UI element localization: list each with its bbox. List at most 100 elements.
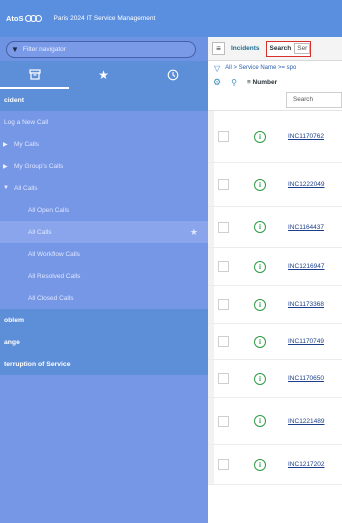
incident-number-link[interactable]: INC1217202: [288, 461, 325, 468]
row-checkbox[interactable]: [218, 299, 229, 310]
search-field-select[interactable]: Ser: [294, 43, 311, 54]
nav-label: All Calls: [28, 228, 52, 236]
column-search-row: Search: [208, 89, 342, 111]
filter-icon: ▼: [11, 44, 19, 54]
hamburger-icon[interactable]: ≡: [212, 42, 225, 55]
nav-label: All Open Calls: [28, 206, 70, 214]
row-checkbox[interactable]: [218, 261, 229, 272]
row-checkbox[interactable]: [218, 179, 229, 190]
breadcrumb-text[interactable]: All > Service Name >= spo: [225, 65, 296, 71]
app-banner: AtoS Paris 2024 IT Service Management: [0, 0, 342, 37]
nav-label: oblem: [4, 316, 25, 324]
incident-number-link[interactable]: INC1221489: [288, 418, 325, 425]
nav-label: cident: [4, 96, 25, 104]
nav-label: My Group's Calls: [14, 162, 64, 170]
search-placeholder: Search: [293, 96, 313, 103]
row-strip: [208, 248, 214, 285]
tab-history[interactable]: [138, 61, 207, 89]
olympic-rings-icon: [24, 15, 42, 22]
nav-item-my-groups-calls[interactable]: ▶ My Group's Calls: [0, 155, 208, 177]
row-checkbox[interactable]: [218, 221, 229, 233]
incident-list-panel: ≡ Incidents Search Ser ▽ All > Service N…: [208, 37, 342, 523]
nav-item-log-new-call[interactable]: Log a New Call: [0, 111, 208, 133]
nav-item-my-calls[interactable]: ▶ My Calls: [0, 133, 208, 155]
row-checkbox[interactable]: [218, 131, 229, 142]
nav-item-all-open-calls[interactable]: All Open Calls: [0, 199, 208, 221]
incident-number-link[interactable]: INC1164437: [288, 224, 324, 231]
table-row[interactable]: i INC1173368: [208, 286, 342, 324]
list-search-box[interactable]: Search Ser: [265, 40, 312, 57]
info-icon[interactable]: i: [254, 130, 266, 143]
nav-item-all-calls-group[interactable]: ▼ All Calls: [0, 177, 208, 199]
filter-placeholder: Filter navigator: [22, 45, 66, 53]
favorite-star-icon[interactable]: ★: [190, 227, 198, 238]
table-row[interactable]: i INC1164437: [208, 207, 342, 248]
nav-label: All Workflow Calls: [28, 250, 80, 258]
incident-number-link[interactable]: INC1222049: [288, 181, 325, 188]
brand-logo[interactable]: AtoS: [6, 14, 42, 23]
incident-number-link[interactable]: INC1170650: [288, 375, 324, 382]
nav-item-all-workflow-calls[interactable]: All Workflow Calls: [0, 243, 208, 265]
filter-row: ▼ Filter navigator: [0, 37, 208, 61]
row-strip: [208, 286, 214, 323]
row-strip: [208, 163, 214, 206]
star-icon: ★: [98, 68, 109, 82]
navigator-tabs: ★: [0, 61, 208, 89]
list-title: Incidents: [231, 45, 260, 52]
table-row[interactable]: i INC1221489: [208, 398, 342, 445]
table-row[interactable]: i INC1217202: [208, 445, 342, 485]
nav-item-all-calls[interactable]: All Calls ★: [0, 221, 208, 243]
nav-label: ange: [4, 338, 20, 346]
nav-item-all-closed-calls[interactable]: All Closed Calls: [0, 287, 208, 309]
chevron-right-icon: ▶: [3, 163, 8, 170]
row-checkbox[interactable]: [218, 459, 229, 470]
nav-label: Log a New Call: [4, 118, 49, 126]
tab-favorites[interactable]: ★: [69, 61, 138, 89]
nav-item-all-resolved-calls[interactable]: All Resolved Calls: [0, 265, 208, 287]
table-row[interactable]: i INC1170650: [208, 360, 342, 398]
tab-all-apps[interactable]: [0, 61, 69, 89]
list-toolbar: ≡ Incidents Search Ser: [208, 37, 342, 61]
incident-number-link[interactable]: INC1170749: [288, 338, 324, 345]
info-icon[interactable]: i: [254, 335, 266, 348]
row-strip: [208, 445, 214, 484]
breadcrumb[interactable]: ▽ All > Service Name >= spo: [208, 61, 342, 75]
clock-icon: [167, 69, 178, 81]
info-icon[interactable]: i: [254, 221, 266, 233]
info-icon[interactable]: i: [254, 372, 266, 385]
table-row[interactable]: i INC1170749: [208, 324, 342, 360]
info-icon[interactable]: i: [254, 415, 266, 427]
nav-section-change[interactable]: ange: [0, 331, 208, 353]
row-checkbox[interactable]: [218, 415, 229, 427]
nav-label: All Resolved Calls: [28, 272, 81, 280]
row-checkbox[interactable]: [218, 373, 229, 384]
filter-icon[interactable]: ▽: [214, 64, 220, 73]
column-header-row: ⚙ ⚲ ≡ Number: [208, 75, 342, 89]
archive-icon: [28, 69, 41, 80]
incident-number-link[interactable]: INC1170762: [288, 133, 324, 140]
column-header-number[interactable]: ≡ Number: [247, 79, 277, 86]
info-icon[interactable]: i: [254, 298, 266, 311]
table-row[interactable]: i INC1216947: [208, 248, 342, 286]
info-icon[interactable]: i: [254, 178, 266, 191]
search-icon[interactable]: ⚲: [231, 78, 237, 87]
info-icon[interactable]: i: [254, 260, 266, 273]
row-strip: [208, 207, 214, 247]
chevron-right-icon: ▶: [3, 141, 8, 148]
search-label: Search: [269, 45, 292, 52]
info-icon[interactable]: i: [254, 458, 266, 471]
chevron-down-icon: ▼: [3, 185, 9, 191]
nav-section-problem[interactable]: oblem: [0, 309, 208, 331]
number-search-input[interactable]: Search: [286, 91, 342, 108]
incident-number-link[interactable]: INC1173368: [288, 301, 324, 308]
nav-section-interruption-of-service[interactable]: terruption of Service: [0, 353, 208, 375]
incident-number-link[interactable]: INC1216947: [288, 263, 325, 270]
table-row[interactable]: i INC1170762: [208, 111, 342, 163]
nav-section-incident[interactable]: cident: [0, 89, 208, 111]
nav-label: My Calls: [14, 140, 39, 148]
row-checkbox[interactable]: [218, 336, 229, 347]
navigator-sidebar: ▼ Filter navigator ★ cident Log a New Ca…: [0, 37, 208, 523]
filter-navigator-input[interactable]: ▼ Filter navigator: [6, 40, 196, 58]
gear-icon[interactable]: ⚙: [213, 77, 221, 88]
table-row[interactable]: i INC1222049: [208, 163, 342, 207]
